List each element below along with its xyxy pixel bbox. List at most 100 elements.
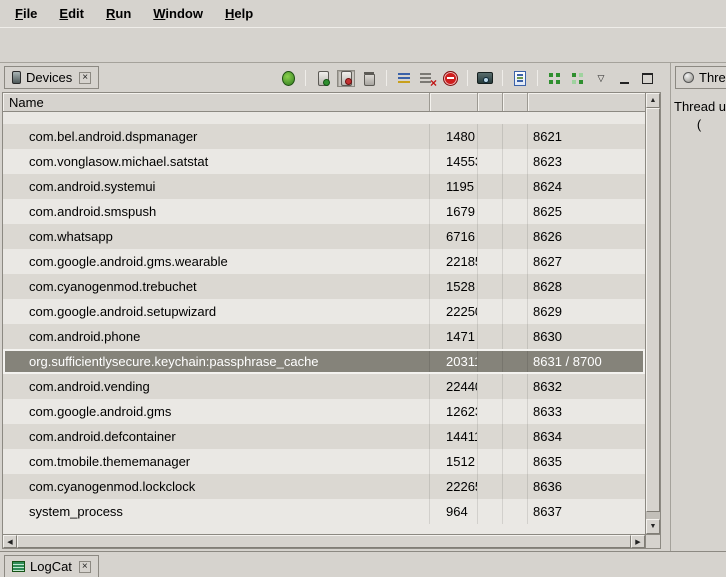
table-row[interactable]: com.android.defcontainer144118634 (3, 424, 645, 449)
table-cell: 1512 (430, 449, 478, 474)
scroll-down-icon[interactable]: ▼ (646, 519, 660, 534)
tab-threads-label: Threads (699, 70, 726, 85)
table-cell: 8629 (528, 299, 645, 324)
threads-icon (683, 72, 694, 83)
table-cell: com.android.smspush (3, 199, 430, 224)
table-cell: 22185 (430, 249, 478, 274)
vertical-scrollbar[interactable]: ▲ ▼ (645, 93, 660, 534)
table-row[interactable]: com.google.android.gms126238633 (3, 399, 645, 424)
table-cell: com.google.android.gms (3, 399, 430, 424)
table-cell (478, 274, 503, 299)
stop-process-icon[interactable] (441, 70, 459, 87)
system-information-icon[interactable] (511, 70, 529, 87)
table-cell: 14411 (430, 424, 478, 449)
scroll-up-icon[interactable]: ▲ (646, 93, 660, 108)
table-cell (478, 124, 503, 149)
table-cell: com.android.vending (3, 374, 430, 399)
table-cell (503, 299, 528, 324)
logcat-bar: LogCat × (0, 551, 726, 577)
column-header-a[interactable] (478, 93, 503, 111)
toolbar-separator (502, 70, 503, 86)
table-cell (503, 324, 528, 349)
vertical-scroll-thumb[interactable] (646, 108, 660, 512)
table-cell: 8628 (528, 274, 645, 299)
table-row[interactable]: com.android.smspush1679 8625 (3, 199, 645, 224)
table-cell: 8634 (528, 424, 645, 449)
table-cell (478, 351, 503, 372)
table-row[interactable]: system_process9648637 (3, 499, 645, 524)
table-cell: 1195 (430, 174, 478, 199)
table-row[interactable]: org.sufficientlysecure.keychain:passphra… (3, 349, 645, 374)
column-header-name[interactable]: Name (3, 93, 430, 111)
tab-devices[interactable]: Devices × (4, 66, 99, 89)
table-row[interactable]: com.google.android.setupwizard222508629 (3, 299, 645, 324)
maximize-icon[interactable] (638, 70, 656, 87)
table-cell: 8625 (528, 199, 645, 224)
menu-window[interactable]: Window (145, 3, 211, 24)
pixel-perfect-icon[interactable] (569, 70, 587, 87)
table-row[interactable]: com.whatsapp67168626 (3, 224, 645, 249)
screen-capture-icon[interactable] (476, 70, 494, 87)
table-cell (478, 149, 503, 174)
view-menu-icon[interactable] (592, 70, 610, 87)
table-cell (478, 474, 503, 499)
table-cell: 22440 (430, 374, 478, 399)
table-cell (503, 374, 528, 399)
table-row[interactable]: com.vonglasow.michael.satstat145538623 (3, 149, 645, 174)
table-cell (478, 499, 503, 524)
table-row[interactable]: com.android.vending224408632 (3, 374, 645, 399)
table-cell: 12623 (430, 399, 478, 424)
debug-process-icon[interactable] (279, 70, 297, 87)
column-header-b[interactable] (503, 93, 528, 111)
device-table-body: com.bel.android.dspmanager14808621com.vo… (3, 112, 645, 534)
table-cell: 1471 (430, 324, 478, 349)
cause-gc-icon[interactable] (360, 70, 378, 87)
table-cell: com.android.systemui (3, 174, 430, 199)
table-header: Name (3, 93, 645, 112)
menu-edit[interactable]: Edit (51, 3, 92, 24)
scroll-right-icon[interactable]: ▶ (631, 535, 645, 548)
table-cell: com.android.phone (3, 324, 430, 349)
table-row[interactable]: com.bel.android.dspmanager14808621 (3, 124, 645, 149)
update-threads-icon[interactable] (395, 70, 413, 87)
start-method-profiling-icon[interactable] (418, 70, 436, 87)
table-cell (478, 174, 503, 199)
table-cell (478, 399, 503, 424)
table-cell: 8630 (528, 324, 645, 349)
table-cell: org.sufficientlysecure.keychain:passphra… (3, 351, 430, 372)
dump-hprof-icon[interactable] (337, 70, 355, 87)
menu-file[interactable]: File (7, 3, 45, 24)
minimize-icon[interactable] (615, 70, 633, 87)
table-row[interactable]: com.android.systemui1195 8624 (3, 174, 645, 199)
scroll-left-icon[interactable]: ◀ (3, 535, 17, 548)
menu-help[interactable]: Help (217, 3, 261, 24)
table-cell: 1679 (430, 199, 478, 224)
table-row[interactable]: com.tmobile.thememanager15128635 (3, 449, 645, 474)
device-icon (12, 71, 21, 84)
update-heap-icon[interactable] (314, 70, 332, 87)
menu-run[interactable]: Run (98, 3, 139, 24)
table-row[interactable]: com.android.phone1471 8630 (3, 324, 645, 349)
horizontal-scroll-thumb[interactable] (17, 535, 631, 548)
table-cell (478, 299, 503, 324)
tab-threads[interactable]: Threads (675, 66, 726, 89)
tab-devices-label: Devices (26, 70, 72, 85)
table-row[interactable]: com.google.android.gms.wearable221858627 (3, 249, 645, 274)
column-header-port[interactable] (528, 93, 645, 111)
table-cell (503, 449, 528, 474)
horizontal-scrollbar[interactable]: ◀ ▶ (3, 534, 645, 548)
table-cell: com.google.android.setupwizard (3, 299, 430, 324)
table-row[interactable]: com.cyanogenmod.lockclock222658636 (3, 474, 645, 499)
column-header-pid[interactable] (430, 93, 478, 111)
dump-view-hierarchy-icon[interactable] (546, 70, 564, 87)
table-cell: 8635 (528, 449, 645, 474)
table-cell: com.bel.android.dspmanager (3, 124, 430, 149)
close-icon[interactable]: × (79, 72, 91, 84)
close-icon[interactable]: × (79, 561, 91, 573)
table-cell: com.cyanogenmod.trebuchet (3, 274, 430, 299)
menu-bar: File Edit Run Window Help (0, 0, 726, 27)
table-row[interactable]: com.cyanogenmod.trebuchet15288628 (3, 274, 645, 299)
tab-logcat[interactable]: LogCat × (4, 555, 99, 577)
table-cell: 8624 (528, 174, 645, 199)
table-cell: 8636 (528, 474, 645, 499)
